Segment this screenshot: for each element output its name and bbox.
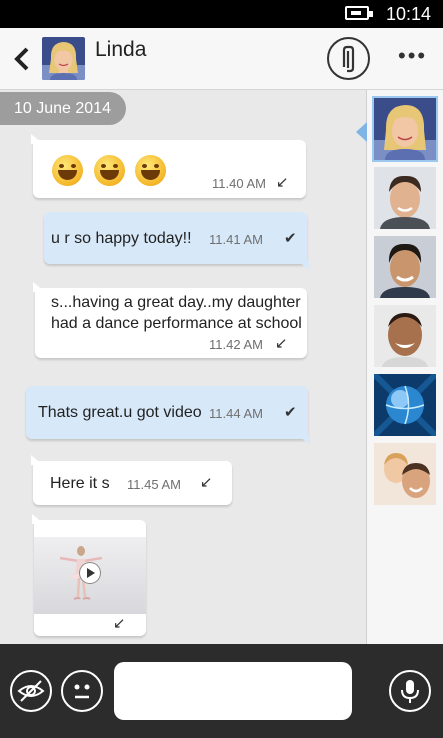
contact-man-1[interactable]	[374, 167, 436, 229]
message-bubble[interactable]: Thats great.u got video 11.44 AM ✔	[26, 386, 308, 439]
contact-avatar[interactable]	[42, 37, 85, 80]
contact-linda[interactable]	[372, 96, 438, 162]
message-bubble[interactable]: 11.40 AM ↙	[33, 140, 306, 198]
date-separator: 10 June 2014	[0, 92, 126, 125]
message-time: 11.40 AM	[212, 176, 266, 191]
privacy-toggle-button[interactable]	[10, 670, 52, 712]
attach-button[interactable]	[327, 37, 370, 80]
contact-man-3[interactable]	[374, 305, 436, 367]
grinning-face-icon	[135, 155, 166, 186]
active-contact-indicator	[356, 122, 367, 142]
contact-globe[interactable]	[374, 374, 436, 436]
status-time: 10:14	[385, 4, 431, 24]
contact-man-2[interactable]	[374, 236, 436, 298]
grinning-face-icon	[94, 155, 125, 186]
play-icon[interactable]	[80, 563, 100, 583]
message-bubble[interactable]: u r so happy today!! 11.41 AM ✔	[44, 212, 307, 264]
status-bar: 10:14	[0, 0, 443, 28]
message-bubble[interactable]: s...having a great day..my daughter had …	[35, 288, 307, 358]
microphone-icon	[401, 680, 419, 703]
paperclip-icon	[342, 45, 355, 73]
back-chevron-icon[interactable]	[12, 46, 32, 72]
message-text: Here it s	[50, 475, 110, 492]
sent-check-icon: ✔	[284, 404, 297, 421]
neutral-face-icon	[74, 684, 90, 699]
message-text-line-1: s...having a great day..my daughter	[51, 294, 301, 311]
message-time: 11.45 AM	[127, 477, 181, 492]
received-arrow-icon: ↙	[200, 474, 213, 491]
video-message-bubble[interactable]: ↙	[34, 520, 146, 636]
chat-header: Linda •••	[0, 28, 443, 90]
message-text: u r so happy today!!	[51, 230, 192, 247]
battery-charging-icon	[345, 6, 373, 20]
message-text: Thats great.u got video	[38, 404, 202, 421]
received-arrow-icon: ↙	[113, 615, 126, 632]
message-input[interactable]	[114, 662, 352, 720]
message-bubble[interactable]: Here it s 11.45 AM ↙	[33, 461, 232, 505]
eye-off-icon	[17, 680, 45, 702]
message-time: 11.44 AM	[209, 406, 263, 421]
contact-list	[356, 90, 443, 644]
contact-name[interactable]: Linda	[95, 38, 146, 62]
message-time: 11.42 AM	[209, 337, 263, 352]
received-arrow-icon: ↙	[276, 174, 289, 191]
video-thumbnail[interactable]	[34, 537, 146, 614]
emoji-button[interactable]	[61, 670, 103, 712]
compose-bar	[0, 644, 443, 738]
voice-record-button[interactable]	[389, 670, 431, 712]
grinning-face-icon	[52, 155, 83, 186]
chat-area[interactable]: 10 June 2014 11.40 AM ↙ u r so happy tod…	[0, 90, 366, 644]
received-arrow-icon: ↙	[275, 335, 288, 352]
contact-family[interactable]	[374, 443, 436, 505]
message-time: 11.41 AM	[209, 232, 263, 247]
message-text-line-2: had a dance performance at school	[51, 315, 302, 332]
sent-check-icon: ✔	[284, 230, 297, 247]
